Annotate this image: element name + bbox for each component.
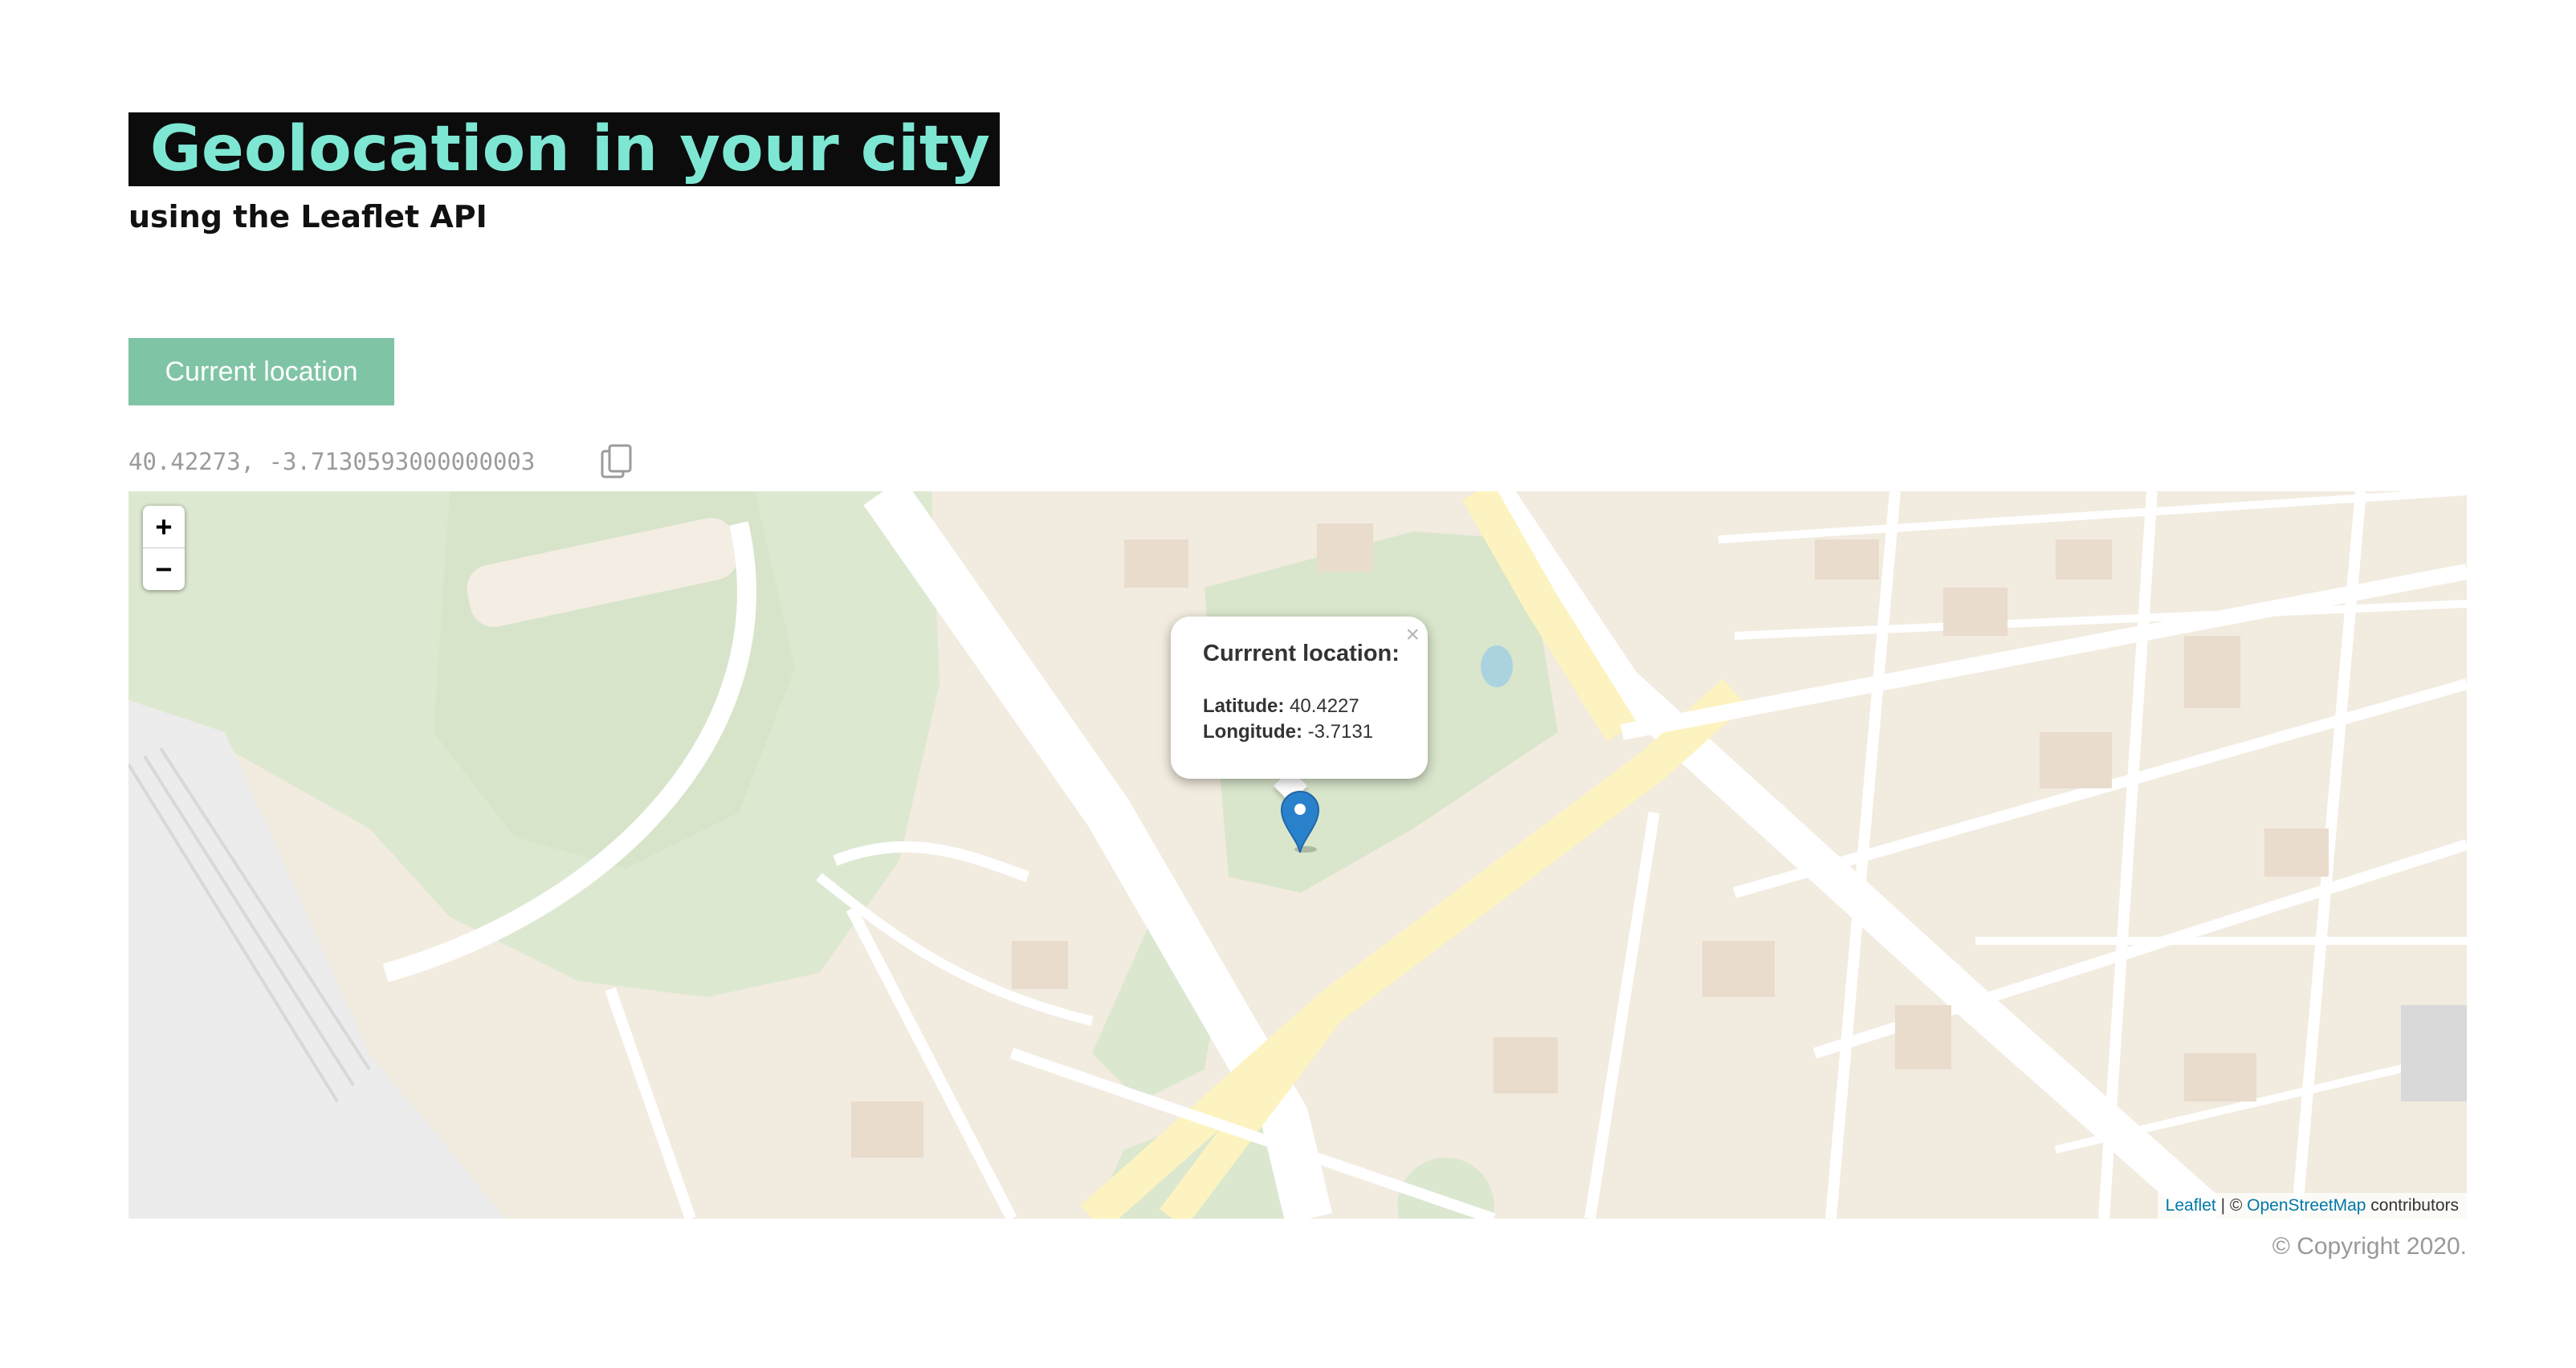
openstreetmap-link[interactable]: OpenStreetMap — [2247, 1196, 2366, 1215]
map-container[interactable]: + − × Currrent location: Latitude: 40.42… — [128, 491, 2467, 1219]
attribution-separator: | © — [2220, 1196, 2243, 1215]
latitude-value: 40.4227 — [1290, 695, 1359, 717]
map-pin-icon[interactable] — [1280, 790, 1320, 854]
page-title-block: Geolocation in your city — [128, 112, 1000, 186]
latitude-label: Latitude: — [1203, 695, 1285, 717]
popup-title: Currrent location: — [1203, 641, 1400, 666]
copy-icon[interactable] — [599, 443, 634, 480]
copyright-footer: © Copyright 2020. — [2272, 1233, 2467, 1260]
map-attribution: Leaflet | © OpenStreetMap contributors — [2157, 1193, 2467, 1219]
map-tiles[interactable] — [128, 491, 2467, 1219]
current-location-button[interactable]: Current location — [128, 338, 394, 405]
zoom-control: + − — [143, 506, 185, 590]
leaflet-link[interactable]: Leaflet — [2166, 1196, 2216, 1215]
zoom-out-button[interactable]: − — [143, 548, 185, 590]
attribution-suffix: contributors — [2370, 1196, 2459, 1215]
location-popup: × Currrent location: Latitude: 40.4227 L… — [1171, 617, 1428, 779]
longitude-value: -3.7131 — [1307, 721, 1374, 743]
page-title: Geolocation in your city — [149, 113, 990, 185]
zoom-in-button[interactable]: + — [143, 506, 185, 548]
page-subtitle: using the Leaflet API — [128, 199, 487, 234]
longitude-label: Longitude: — [1203, 721, 1302, 743]
popup-close-button[interactable]: × — [1405, 621, 1420, 649]
coordinates-text: 40.42273, -3.7130593000000003 — [128, 448, 536, 475]
popup-longitude: Longitude: -3.7131 — [1203, 721, 1373, 743]
popup-latitude: Latitude: 40.4227 — [1203, 695, 1359, 718]
